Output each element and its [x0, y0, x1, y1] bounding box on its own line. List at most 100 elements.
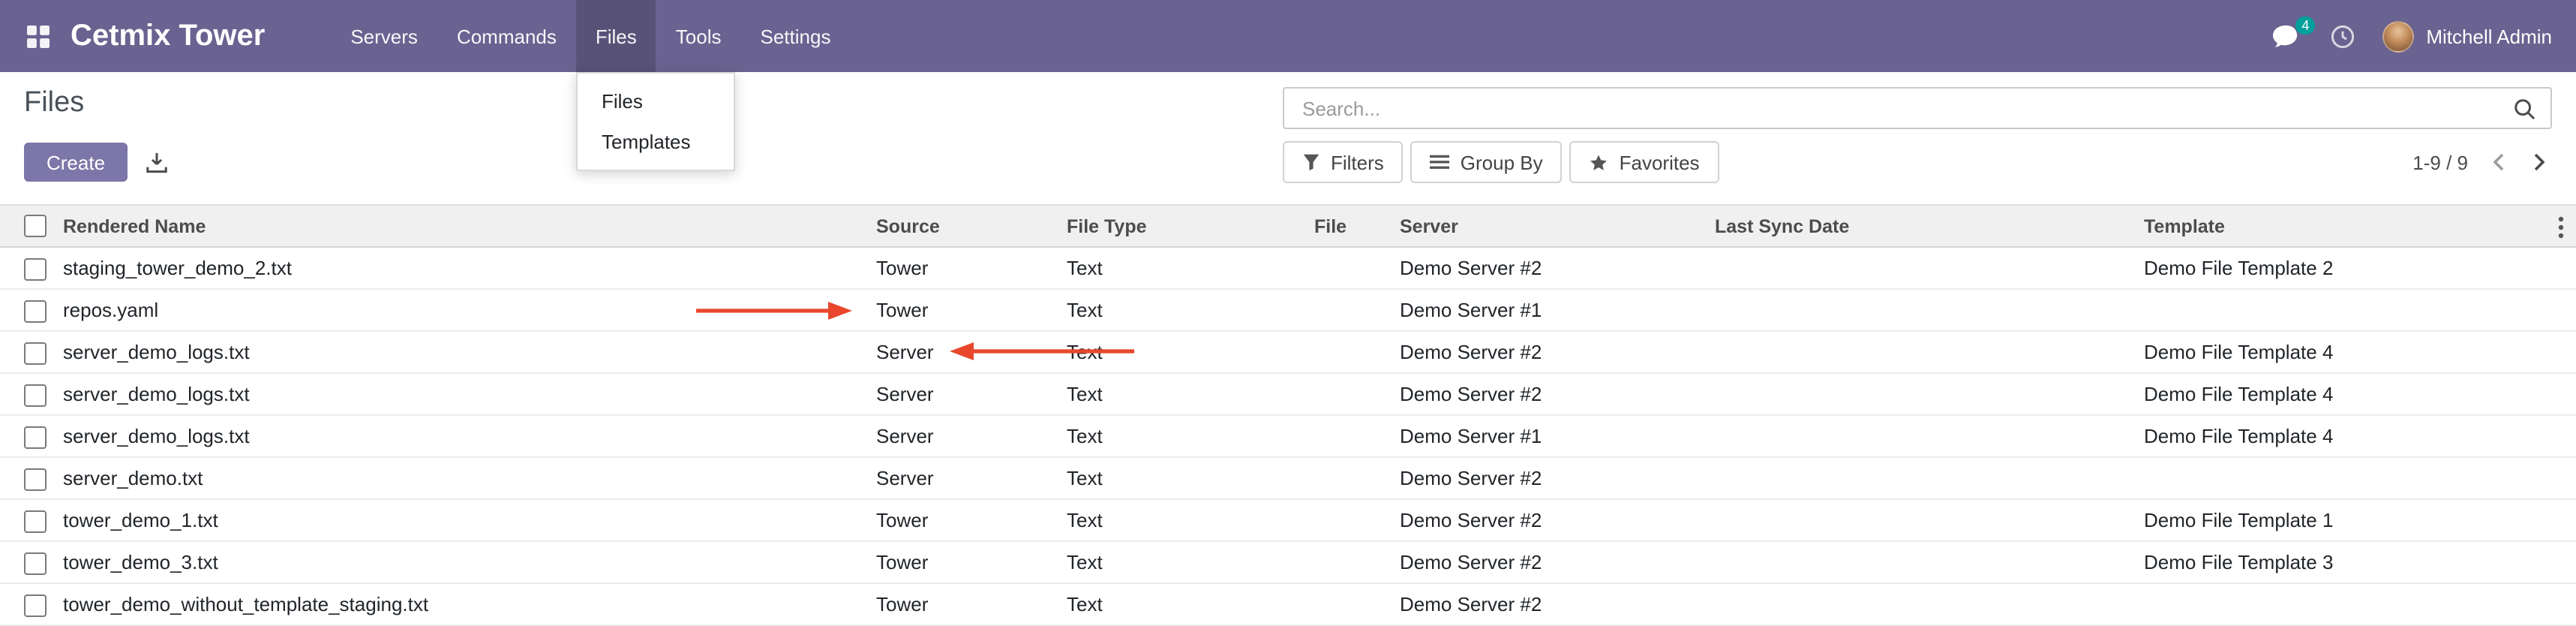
group-by-button[interactable]: Group By — [1411, 141, 1563, 183]
column-header-rendered-name[interactable]: Rendered Name — [54, 205, 867, 247]
table-row[interactable]: server_demo_logs.txt Server Text Demo Se… — [0, 415, 2576, 457]
cell-file-type[interactable]: Text — [1058, 289, 1305, 331]
cell-template[interactable] — [2135, 457, 2576, 499]
cell-last-sync-date[interactable] — [1706, 541, 2135, 583]
row-checkbox[interactable] — [24, 468, 47, 490]
nav-item-commands[interactable]: Commands — [437, 0, 576, 72]
cell-rendered-name[interactable]: server_demo_logs.txt — [54, 331, 867, 373]
cell-source[interactable]: Server — [867, 331, 1058, 373]
cell-last-sync-date[interactable] — [1706, 247, 2135, 289]
activities-button[interactable] — [2327, 20, 2358, 52]
cell-file[interactable] — [1305, 289, 1391, 331]
cell-rendered-name[interactable]: server_demo_logs.txt — [54, 415, 867, 457]
table-row[interactable]: server_demo_logs.txt Server Text Demo Se… — [0, 373, 2576, 415]
cell-rendered-name[interactable]: tower_demo_without_template_staging.txt — [54, 583, 867, 625]
dropdown-item-templates[interactable]: Templates — [578, 122, 734, 162]
cell-file[interactable] — [1305, 499, 1391, 541]
cell-rendered-name[interactable]: staging_tower_demo_2.txt — [54, 247, 867, 289]
cell-file-type[interactable]: Text — [1058, 331, 1305, 373]
table-row[interactable]: server_demo_logs.txt Server Text Demo Se… — [0, 331, 2576, 373]
cell-server[interactable]: Demo Server #2 — [1391, 373, 1706, 415]
cell-template[interactable]: Demo File Template 4 — [2135, 415, 2576, 457]
cell-file-type[interactable]: Text — [1058, 247, 1305, 289]
cell-template[interactable]: Demo File Template 4 — [2135, 373, 2576, 415]
cell-template[interactable]: Demo File Template 4 — [2135, 331, 2576, 373]
cell-last-sync-date[interactable] — [1706, 499, 2135, 541]
cell-rendered-name[interactable]: tower_demo_3.txt — [54, 541, 867, 583]
cell-last-sync-date[interactable] — [1706, 583, 2135, 625]
filters-button[interactable]: Filters — [1283, 141, 1404, 183]
cell-server[interactable]: Demo Server #1 — [1391, 415, 1706, 457]
cell-rendered-name[interactable]: tower_demo_1.txt — [54, 499, 867, 541]
cell-last-sync-date[interactable] — [1706, 373, 2135, 415]
cell-file[interactable] — [1305, 415, 1391, 457]
cell-file[interactable] — [1305, 457, 1391, 499]
cell-rendered-name[interactable]: repos.yaml — [54, 289, 867, 331]
nav-item-settings[interactable]: Settings — [741, 0, 851, 72]
table-row[interactable]: tower_demo_without_template_staging.txt … — [0, 583, 2576, 625]
row-checkbox[interactable] — [24, 510, 47, 532]
column-header-template[interactable]: Template — [2135, 205, 2576, 247]
pager-previous-button[interactable] — [2486, 150, 2510, 174]
cell-last-sync-date[interactable] — [1706, 415, 2135, 457]
cell-template[interactable] — [2135, 583, 2576, 625]
cell-rendered-name[interactable]: server_demo.txt — [54, 457, 867, 499]
create-button[interactable]: Create — [24, 143, 128, 182]
cell-server[interactable]: Demo Server #2 — [1391, 457, 1706, 499]
cell-file-type[interactable]: Text — [1058, 373, 1305, 415]
cell-template[interactable]: Demo File Template 3 — [2135, 541, 2576, 583]
cell-source[interactable]: Tower — [867, 541, 1058, 583]
cell-last-sync-date[interactable] — [1706, 457, 2135, 499]
table-row[interactable]: tower_demo_1.txt Tower Text Demo Server … — [0, 499, 2576, 541]
column-header-server[interactable]: Server — [1391, 205, 1706, 247]
cell-template[interactable]: Demo File Template 2 — [2135, 247, 2576, 289]
table-row[interactable]: staging_tower_demo_2.txt Tower Text Demo… — [0, 247, 2576, 289]
cell-server[interactable]: Demo Server #2 — [1391, 583, 1706, 625]
cell-source[interactable]: Tower — [867, 247, 1058, 289]
column-header-file[interactable]: File — [1305, 205, 1391, 247]
cell-file[interactable] — [1305, 247, 1391, 289]
row-checkbox[interactable] — [24, 552, 47, 574]
cell-server[interactable]: Demo Server #2 — [1391, 331, 1706, 373]
column-options-button[interactable] — [2552, 213, 2570, 242]
cell-source[interactable]: Tower — [867, 583, 1058, 625]
apps-menu-button[interactable] — [21, 0, 56, 72]
nav-item-tools[interactable]: Tools — [656, 0, 741, 72]
cell-file-type[interactable]: Text — [1058, 541, 1305, 583]
cell-file[interactable] — [1305, 583, 1391, 625]
nav-item-servers[interactable]: Servers — [331, 0, 437, 72]
cell-file[interactable] — [1305, 373, 1391, 415]
cell-file[interactable] — [1305, 331, 1391, 373]
row-checkbox[interactable] — [24, 299, 47, 322]
cell-file-type[interactable]: Text — [1058, 499, 1305, 541]
table-row[interactable]: repos.yaml Tower Text Demo Server #1 — [0, 289, 2576, 331]
cell-server[interactable]: Demo Server #1 — [1391, 289, 1706, 331]
cell-rendered-name[interactable]: server_demo_logs.txt — [54, 373, 867, 415]
favorites-button[interactable]: Favorites — [1570, 141, 1719, 183]
cell-source[interactable]: Server — [867, 373, 1058, 415]
table-row[interactable]: server_demo.txt Server Text Demo Server … — [0, 457, 2576, 499]
pager-next-button[interactable] — [2528, 150, 2552, 174]
messages-button[interactable]: 4 — [2268, 20, 2303, 52]
cell-source[interactable]: Tower — [867, 499, 1058, 541]
table-row[interactable]: tower_demo_3.txt Tower Text Demo Server … — [0, 541, 2576, 583]
dropdown-item-files[interactable]: Files — [578, 81, 734, 122]
row-checkbox[interactable] — [24, 426, 47, 448]
cell-template[interactable] — [2135, 289, 2576, 331]
select-all-checkbox[interactable] — [24, 215, 47, 237]
app-brand[interactable]: Cetmix Tower — [71, 0, 265, 72]
cell-source[interactable]: Server — [867, 457, 1058, 499]
row-checkbox[interactable] — [24, 257, 47, 280]
cell-source[interactable]: Server — [867, 415, 1058, 457]
column-header-file-type[interactable]: File Type — [1058, 205, 1305, 247]
cell-server[interactable]: Demo Server #2 — [1391, 499, 1706, 541]
column-header-last-sync-date[interactable]: Last Sync Date — [1706, 205, 2135, 247]
row-checkbox[interactable] — [24, 342, 47, 364]
cell-file-type[interactable]: Text — [1058, 415, 1305, 457]
cell-server[interactable]: Demo Server #2 — [1391, 247, 1706, 289]
search-icon[interactable] — [2513, 97, 2535, 119]
row-checkbox[interactable] — [24, 594, 47, 616]
cell-server[interactable]: Demo Server #2 — [1391, 541, 1706, 583]
row-checkbox[interactable] — [24, 384, 47, 406]
column-header-source[interactable]: Source — [867, 205, 1058, 247]
